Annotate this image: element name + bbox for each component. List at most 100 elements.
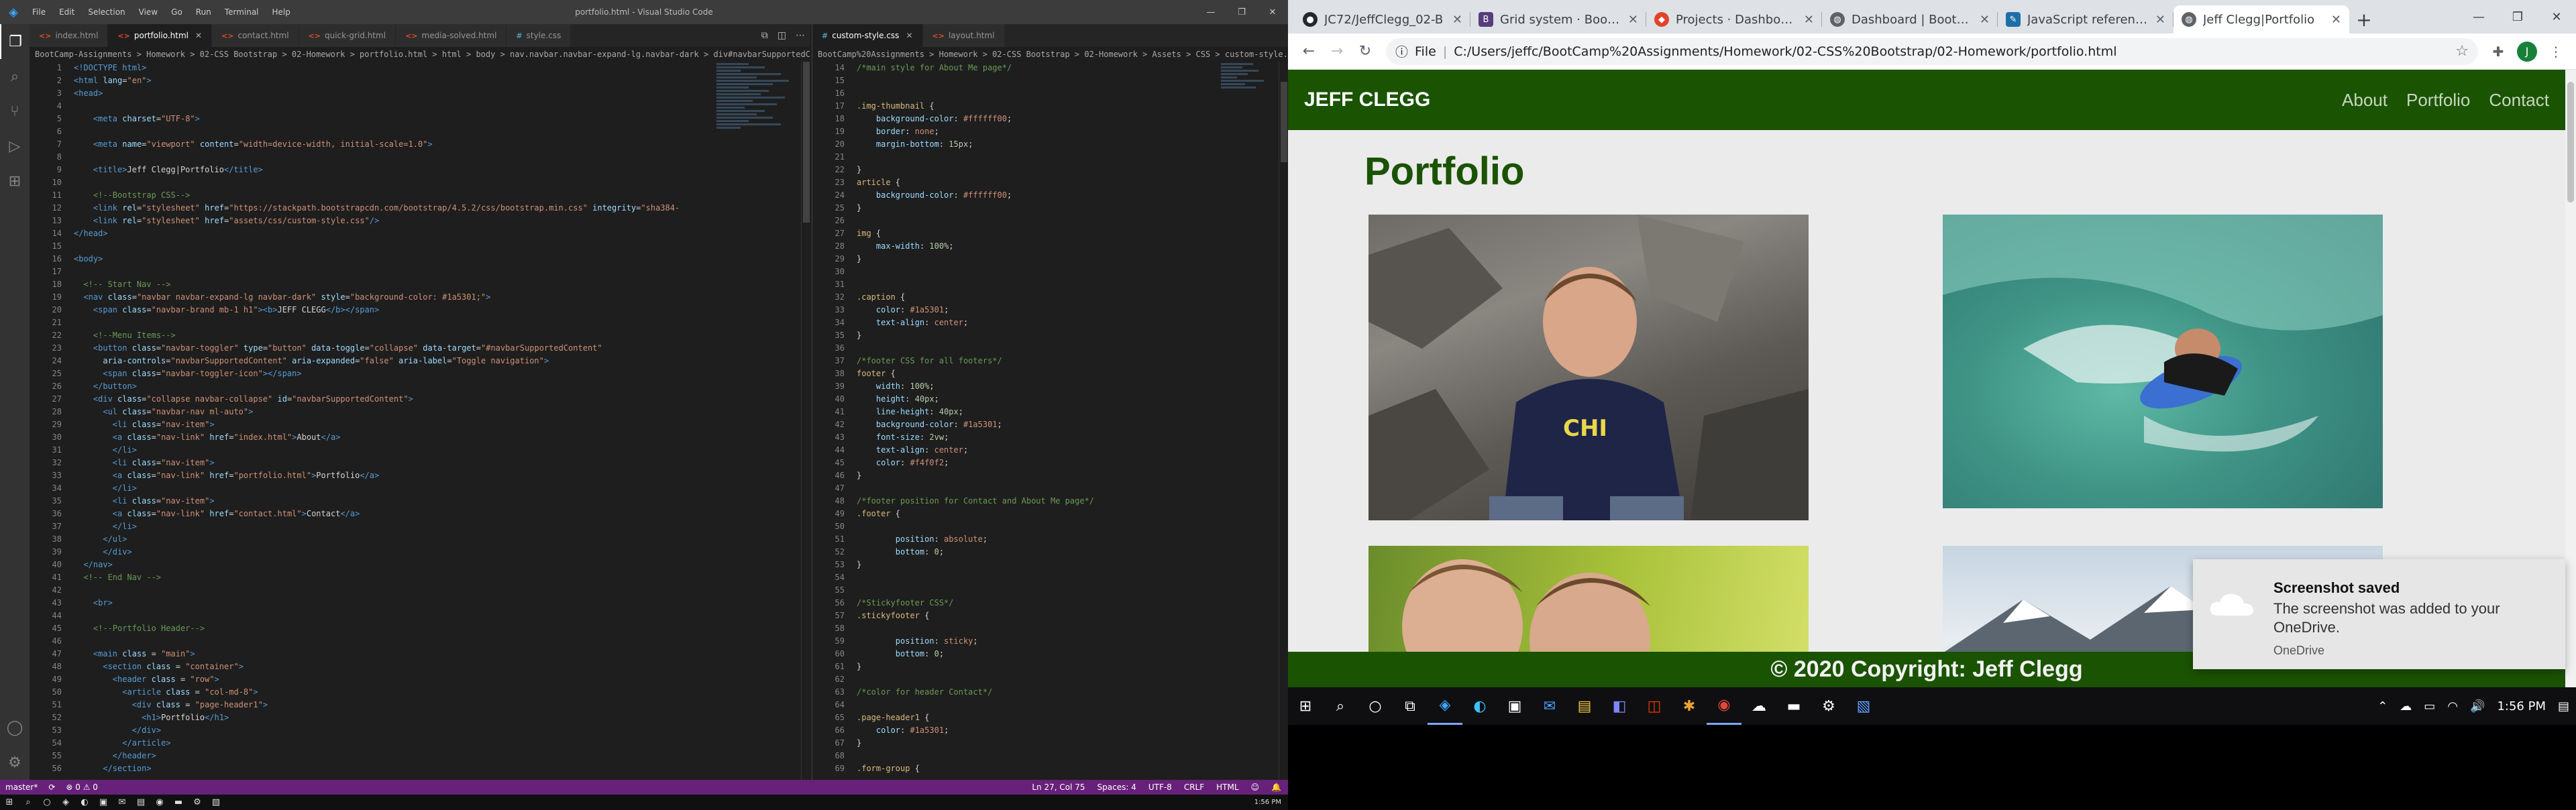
- editor-scrollbar[interactable]: [801, 62, 810, 780]
- taskbar-time[interactable]: 1:56 PM: [2497, 699, 2546, 713]
- browser-tab-mdn[interactable]: ✎ JavaScript reference ✕: [1998, 5, 2174, 34]
- chevron-up-icon[interactable]: ⌃: [2377, 699, 2387, 713]
- close-tab-icon[interactable]: ✕: [1804, 13, 1814, 27]
- settings-taskbar-icon[interactable]: ⚙: [188, 797, 207, 807]
- slack-taskbar-icon[interactable]: ✱: [1672, 687, 1707, 725]
- notifications-icon[interactable]: 🔔: [1271, 783, 1281, 792]
- minimap[interactable]: [716, 62, 797, 343]
- wifi-icon[interactable]: ◠: [2447, 699, 2458, 713]
- git-branch[interactable]: master*: [5, 783, 38, 792]
- action-center-icon[interactable]: ▤: [2558, 699, 2569, 713]
- page-scrollbar[interactable]: [2565, 70, 2576, 687]
- menu-view[interactable]: View: [133, 7, 163, 17]
- browser-tab-gitlab[interactable]: ◆ Projects · Dashboard ✕: [1646, 5, 1822, 34]
- scrollbar-thumb[interactable]: [803, 62, 810, 223]
- cursor-position[interactable]: Ln 27, Col 75: [1032, 783, 1085, 792]
- close-tab-icon[interactable]: ✕: [1628, 13, 1638, 27]
- terminal-taskbar-icon[interactable]: ▬: [169, 797, 188, 807]
- onedrive-tray-icon[interactable]: ☁: [2400, 699, 2412, 713]
- source-control-icon[interactable]: ⑂: [0, 94, 30, 129]
- photos-taskbar-icon[interactable]: ▧: [1846, 687, 1881, 725]
- indentation[interactable]: Spaces: 4: [1097, 783, 1136, 792]
- scrollbar-thumb[interactable]: [1281, 82, 1287, 162]
- screenshot-toast-notification[interactable]: Screenshot saved The screenshot was adde…: [2193, 559, 2565, 669]
- battery-icon[interactable]: ▭: [2424, 699, 2435, 713]
- cortana-icon[interactable]: ○: [38, 797, 56, 807]
- browser-tab-portfolio[interactable]: ◍ Jeff Clegg|Portfolio ✕: [2174, 5, 2349, 34]
- tab-style-css[interactable]: # style.css: [506, 24, 572, 47]
- store-taskbar-icon[interactable]: ▣: [94, 797, 113, 807]
- close-tab-icon[interactable]: ✕: [2331, 13, 2341, 27]
- forward-icon[interactable]: →: [1323, 43, 1351, 60]
- minimap[interactable]: [1221, 62, 1275, 343]
- tab-layout-html[interactable]: <> layout.html: [922, 24, 1005, 47]
- problems-indicator[interactable]: ⊗ 0 ⚠ 0: [66, 783, 98, 792]
- nav-link-contact[interactable]: Contact: [2489, 90, 2549, 111]
- tab-custom-style-css[interactable]: # custom-style.css ✕: [812, 24, 923, 47]
- menu-selection[interactable]: Selection: [83, 7, 130, 17]
- close-icon[interactable]: ✕: [2537, 0, 2576, 34]
- menu-file[interactable]: File: [27, 7, 51, 17]
- chrome-taskbar-icon[interactable]: ◉: [1707, 687, 1741, 725]
- menu-go[interactable]: Go: [166, 7, 188, 17]
- explorer-icon[interactable]: ❐: [0, 24, 30, 59]
- sync-icon[interactable]: ⟳: [48, 783, 55, 792]
- editor-scrollbar[interactable]: [1279, 62, 1288, 780]
- taskbar-clock[interactable]: 1:56 PM: [1254, 799, 1288, 806]
- onedrive-taskbar-icon[interactable]: ☁: [1741, 687, 1776, 725]
- start-icon[interactable]: ⊞: [0, 797, 19, 807]
- line-ending[interactable]: CRLF: [1184, 783, 1204, 792]
- close-tab-icon[interactable]: ✕: [2155, 13, 2165, 27]
- restore-icon[interactable]: ❐: [1226, 0, 1257, 24]
- profile-avatar[interactable]: J: [2517, 41, 2537, 62]
- language-mode[interactable]: HTML: [1216, 783, 1238, 792]
- terminal-taskbar-icon[interactable]: ▬: [1776, 687, 1811, 725]
- tab-contact-html[interactable]: <> contact.html: [212, 24, 299, 47]
- tab-portfolio-html[interactable]: <> portfolio.html ✕: [108, 24, 213, 47]
- close-tab-icon[interactable]: ✕: [1980, 13, 1990, 27]
- mail-taskbar-icon[interactable]: ✉: [113, 797, 131, 807]
- browser-tab-bootcamp[interactable]: ◍ Dashboard | Bootcam ✕: [1822, 5, 1998, 34]
- settings-taskbar-icon[interactable]: ⚙: [1811, 687, 1846, 725]
- chrome-taskbar-icon[interactable]: ◉: [150, 797, 169, 807]
- start-icon[interactable]: ⊞: [1288, 687, 1323, 725]
- tab-index-html[interactable]: <> index.html: [30, 24, 109, 47]
- encoding[interactable]: UTF-8: [1148, 783, 1172, 792]
- close-tab-icon[interactable]: ✕: [195, 31, 202, 40]
- extensions-icon[interactable]: ⊞: [0, 164, 30, 198]
- nav-link-about[interactable]: About: [2342, 90, 2387, 111]
- app-taskbar-icon[interactable]: ◧: [1602, 687, 1637, 725]
- tab-media-solved-html[interactable]: <> media-solved.html: [396, 24, 507, 47]
- site-brand[interactable]: JEFF CLEGG: [1304, 89, 1430, 111]
- minimize-icon[interactable]: —: [1195, 0, 1226, 24]
- portfolio-photo-bodyboarding[interactable]: [1943, 215, 2383, 508]
- search-icon[interactable]: ⌕: [19, 797, 38, 807]
- search-icon[interactable]: ⌕: [1323, 687, 1358, 725]
- menu-run[interactable]: Run: [191, 7, 217, 17]
- store-taskbar-icon[interactable]: ▣: [1497, 687, 1532, 725]
- files-taskbar-icon[interactable]: ▤: [1567, 687, 1602, 725]
- restore-icon[interactable]: ❐: [2498, 0, 2537, 34]
- volume-icon[interactable]: 🔊: [2470, 699, 2485, 713]
- nav-link-portfolio[interactable]: Portfolio: [2406, 90, 2470, 111]
- edge-taskbar-icon[interactable]: ◐: [1462, 687, 1497, 725]
- search-icon[interactable]: ⌕: [0, 59, 30, 94]
- code-editor-right[interactable]: 14 15 16 17 18 19 20 21 22 23 24 25 26 27 28 29 30 31 32 33…: [812, 62, 1288, 780]
- vscode-taskbar-icon[interactable]: ◈: [1428, 687, 1462, 725]
- close-icon[interactable]: ✕: [1257, 0, 1288, 24]
- feedback-icon[interactable]: ☺: [1251, 783, 1260, 792]
- info-icon[interactable]: ⓘ: [1395, 42, 1408, 60]
- vscode-taskbar-icon[interactable]: ◈: [56, 797, 75, 807]
- browser-tab-bootstrap[interactable]: B Grid system · Bootstr ✕: [1470, 5, 1646, 34]
- breadcrumb[interactable]: BootCamp%20Assignments > Homework > 02-C…: [812, 47, 1288, 62]
- cortana-icon[interactable]: ○: [1358, 687, 1393, 725]
- browser-tab-github[interactable]: ● JC72/JeffClegg_02-B ✕: [1295, 5, 1470, 34]
- close-tab-icon[interactable]: ✕: [1452, 13, 1462, 27]
- menu-edit[interactable]: Edit: [54, 7, 80, 17]
- edge-taskbar-icon[interactable]: ◐: [75, 797, 94, 807]
- extensions-puzzle-icon[interactable]: ✚: [2485, 44, 2512, 60]
- code-editor-left[interactable]: 1 2 3 4 5 6 7 8 9 10 11 12 13 14 15 16 17 18 19 20 21 22 23 24 2…: [30, 62, 810, 780]
- minimize-icon[interactable]: —: [2459, 0, 2498, 34]
- more-actions-icon[interactable]: ⋯: [796, 30, 805, 41]
- portfolio-photo-boy-on-rocks[interactable]: CHI: [1368, 215, 1809, 520]
